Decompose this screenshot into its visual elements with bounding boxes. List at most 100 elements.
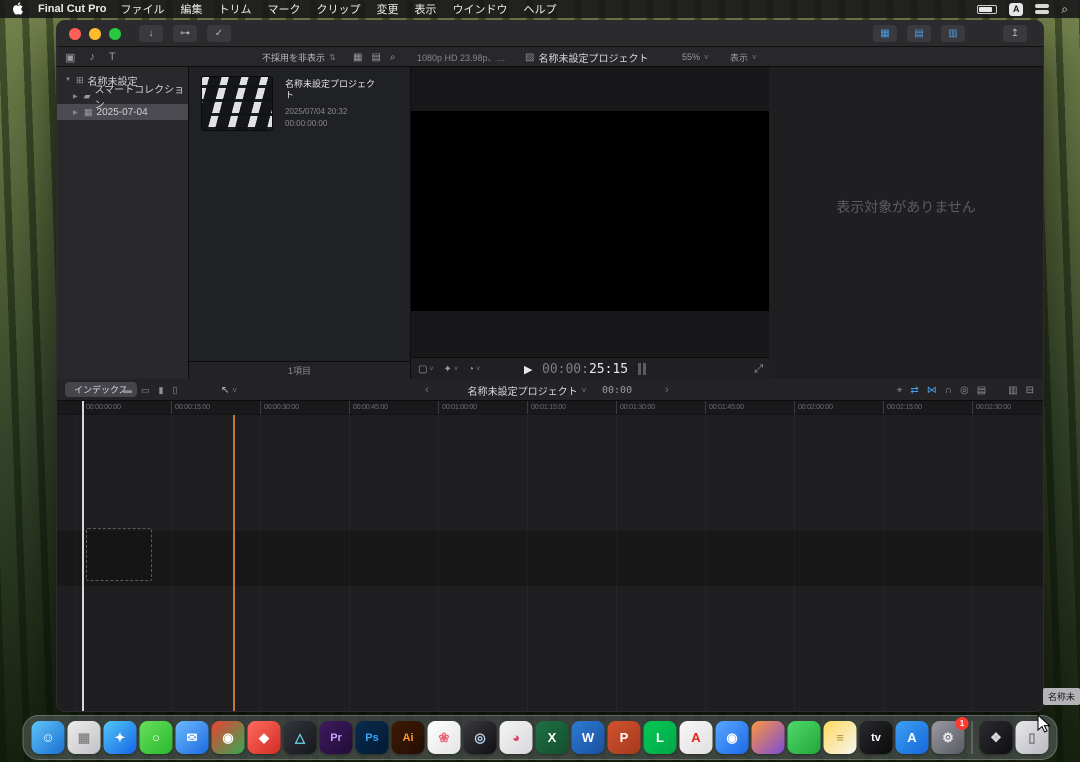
list-view-button[interactable]: ▤: [371, 52, 380, 63]
apple-menu[interactable]: [12, 1, 24, 18]
ruler-label-9: 00:02:15:00: [883, 401, 922, 415]
colorful-people-app-dock-icon[interactable]: ◕: [500, 721, 533, 754]
affinity-app-dock-icon[interactable]: △: [284, 721, 317, 754]
insert-edit-icon[interactable]: ▭: [141, 385, 150, 396]
next-project-button[interactable]: ›: [665, 379, 669, 401]
audio-meters-icon[interactable]: ▥: [1008, 385, 1017, 396]
menu-item-4[interactable]: クリップ: [316, 1, 360, 17]
ruler-label-2: 00:00:30:00: [260, 401, 299, 415]
play-button[interactable]: ▶: [524, 358, 532, 380]
notes-dock-icon[interactable]: ≡: [824, 721, 857, 754]
premiere-pro-dock-icon[interactable]: Pr: [320, 721, 353, 754]
append-edit-icon[interactable]: ▮: [159, 385, 164, 396]
audio-skimming-icon[interactable]: ∩: [945, 385, 952, 396]
filter-label: 不採用を非表示: [262, 51, 325, 64]
timeline-project-dropdown[interactable]: 名称未設定プロジェクト ˅: [468, 379, 587, 401]
photoshop-dock-icon[interactable]: Ps: [356, 721, 389, 754]
titles-generators-tab[interactable]: T: [109, 51, 116, 63]
select-tool-dropdown[interactable]: ↖ ˅: [221, 379, 237, 401]
acrobat-dock-icon[interactable]: A: [680, 721, 713, 754]
photos-audio-tab[interactable]: ♪: [89, 51, 95, 63]
fullscreen-button[interactable]: ⤢: [754, 358, 763, 380]
clip-thumbnail[interactable]: [201, 76, 273, 131]
excel-glyph: X: [548, 730, 557, 745]
clip-appearance-icon[interactable]: ▤: [977, 385, 986, 396]
viewer-view-dropdown[interactable]: 表示 ˅: [730, 47, 757, 67]
background-tasks-button[interactable]: ✓: [207, 25, 231, 42]
minimize-window-button[interactable]: [89, 28, 101, 40]
skimming-icon[interactable]: ⇄: [910, 385, 918, 396]
red-diamond-app-dock-icon[interactable]: ◆: [248, 721, 281, 754]
menu-item-1[interactable]: 編集: [180, 1, 202, 17]
zoom-window-button[interactable]: [109, 28, 121, 40]
excel-dock-icon[interactable]: X: [536, 721, 569, 754]
disclosure-triangle-icon[interactable]: ▶: [73, 93, 80, 100]
solo-icon[interactable]: ◎: [960, 385, 969, 396]
dock: ☺▦✦○✉◉◆△PrPsAi❀◎◕XWPLA◉≡tvA⚙1❖▯: [23, 715, 1058, 760]
filter-dropdown[interactable]: 不採用を非表示 ⇅: [262, 47, 336, 67]
mail-dock-icon[interactable]: ✉: [176, 721, 209, 754]
timeline-history-icon[interactable]: ⊟: [1026, 385, 1034, 396]
viewer-zoom-dropdown[interactable]: 55% ˅: [682, 47, 709, 67]
colorful-globe-app-dock-icon[interactable]: [752, 721, 785, 754]
disclosure-triangle-icon[interactable]: ▶: [73, 109, 80, 116]
menu-bar-status: A ⌕: [977, 2, 1068, 17]
search-button[interactable]: ⌕: [390, 52, 396, 63]
import-media-button[interactable]: ↓: [139, 25, 163, 42]
line-glyph: L: [656, 730, 664, 745]
libraries-tab[interactable]: ▣: [65, 51, 75, 64]
effects-menu[interactable]: ✦˅: [444, 364, 458, 375]
menu-item-8[interactable]: ヘルプ: [523, 1, 556, 17]
system-settings-dock-icon[interactable]: ⚙1: [932, 721, 965, 754]
safari-dock-icon[interactable]: ✦: [104, 721, 137, 754]
keyword-editor-button[interactable]: ⊶: [173, 25, 197, 42]
gap-placeholder[interactable]: [86, 528, 152, 581]
audio-meters-icon[interactable]: [638, 358, 646, 380]
input-source-indicator[interactable]: A: [1009, 3, 1023, 16]
recent-dark-app-dock-icon[interactable]: ❖: [980, 721, 1013, 754]
playhead[interactable]: [82, 401, 84, 712]
connect-edit-icon[interactable]: ▬: [123, 385, 132, 395]
snapping-icon[interactable]: ⋈: [927, 385, 937, 396]
messages-dock-icon[interactable]: ○: [140, 721, 173, 754]
clip-title[interactable]: 名称未設定プロジェクト: [285, 79, 381, 101]
browser-panel-toggle[interactable]: ▦: [873, 25, 897, 42]
word-dock-icon[interactable]: W: [572, 721, 605, 754]
menu-item-2[interactable]: トリム: [218, 1, 251, 17]
position-icon[interactable]: ⌖: [897, 385, 903, 396]
menu-item-0[interactable]: ファイル: [120, 1, 164, 17]
inspector-panel-toggle[interactable]: ▥: [941, 25, 965, 42]
event-browser[interactable]: 名称未設定プロジェクト 2025/07/04 20:32 00:00:00:00…: [189, 67, 411, 379]
illustrator-dock-icon[interactable]: Ai: [392, 721, 425, 754]
transform-menu[interactable]: ▢˅: [418, 364, 434, 375]
disclosure-triangle-icon[interactable]: ▼: [65, 77, 72, 83]
previous-project-button[interactable]: ‹: [425, 379, 429, 401]
app-menu[interactable]: Final Cut Pro: [38, 3, 106, 15]
apple-tv-dock-icon[interactable]: tv: [860, 721, 893, 754]
photos-dock-icon[interactable]: ❀: [428, 721, 461, 754]
close-window-button[interactable]: [69, 28, 81, 40]
camera-app-dock-icon[interactable]: ◎: [464, 721, 497, 754]
filmstrip-view-button[interactable]: ▦: [353, 52, 362, 63]
menu-item-5[interactable]: 変更: [376, 1, 398, 17]
timeline-canvas[interactable]: [57, 415, 1043, 712]
video-call-app-dock-icon[interactable]: ◉: [716, 721, 749, 754]
launchpad-dock-icon[interactable]: ▦: [68, 721, 101, 754]
finder-dock-icon[interactable]: ☺: [32, 721, 65, 754]
share-button[interactable]: ↥: [1003, 25, 1027, 42]
chrome-dock-icon[interactable]: ◉: [212, 721, 245, 754]
menu-item-3[interactable]: マーク: [267, 1, 300, 17]
menu-item-7[interactable]: ウインドウ: [452, 1, 507, 17]
spotlight-icon[interactable]: ⌕: [1061, 2, 1068, 17]
menu-item-6[interactable]: 表示: [414, 1, 436, 17]
timeline-ruler[interactable]: 00:00:00:0000:00:15:0000:00:30:0000:00:4…: [57, 401, 1043, 415]
timeline-panel-toggle[interactable]: ▤: [907, 25, 931, 42]
control-center-icon[interactable]: [1035, 4, 1049, 14]
app-store-dock-icon[interactable]: A: [896, 721, 929, 754]
powerpoint-dock-icon[interactable]: P: [608, 721, 641, 754]
line-dock-icon[interactable]: L: [644, 721, 677, 754]
overwrite-edit-icon[interactable]: ▯: [172, 385, 177, 396]
green-app-dock-icon[interactable]: [788, 721, 821, 754]
retime-menu[interactable]: ◔˅: [468, 364, 480, 375]
sidebar-item-smart-collection[interactable]: ▶ ▰ スマートコレクション: [57, 88, 188, 104]
